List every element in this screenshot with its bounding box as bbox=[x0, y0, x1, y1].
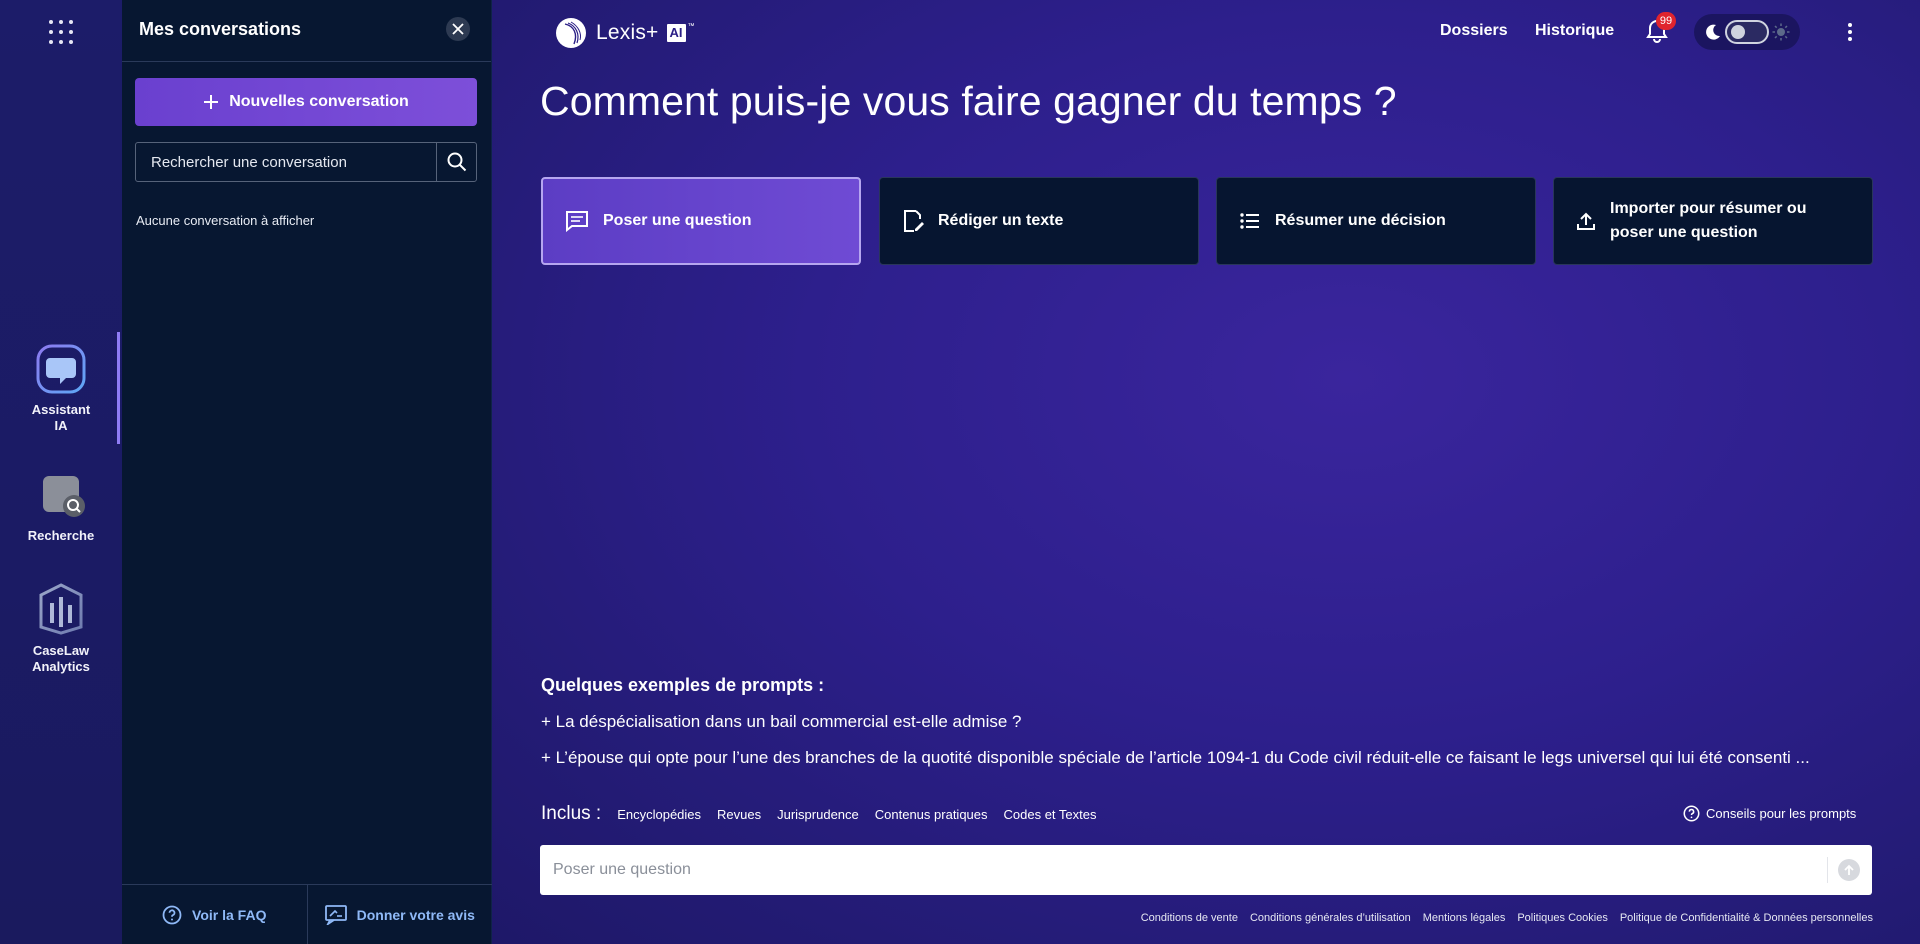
nav-dossiers[interactable]: Dossiers bbox=[1440, 22, 1508, 40]
empty-conversations-text: Aucune conversation à afficher bbox=[136, 213, 315, 228]
panel-title: Mes conversations bbox=[139, 19, 302, 39]
search-docs-icon bbox=[43, 476, 85, 517]
theme-toggle bbox=[1694, 14, 1800, 50]
examples-title: Quelques exemples de prompts : bbox=[541, 675, 825, 695]
main-area: Lexis+ AI ™ Dossiers Historique 99 Comme… bbox=[492, 0, 1920, 944]
theme-switch[interactable] bbox=[1725, 20, 1769, 44]
feedback-link[interactable]: Donner votre avis bbox=[306, 885, 493, 944]
arrow-up-icon bbox=[1844, 864, 1854, 875]
action-label: Poser une question bbox=[603, 212, 752, 229]
action-import-document[interactable]: Importer pour résumer ou poser une quest… bbox=[1553, 177, 1873, 265]
example-prompt[interactable]: + La déspécialisation dans un bail comme… bbox=[541, 712, 1022, 732]
new-conversation-label: Nouvelles conversation bbox=[229, 93, 409, 110]
conversation-search-button[interactable] bbox=[436, 143, 476, 181]
help-circle-icon bbox=[1683, 805, 1700, 822]
assistant-chat-icon bbox=[36, 344, 86, 394]
analytics-building-icon bbox=[39, 583, 83, 635]
more-menu-icon[interactable] bbox=[1838, 20, 1862, 44]
legal-link[interactable]: Conditions de vente bbox=[1141, 912, 1238, 924]
source-contenus-pratiques[interactable]: Contenus pratiques bbox=[875, 807, 988, 822]
feedback-icon bbox=[324, 904, 347, 925]
rail-item-assistant-ia[interactable]: Assistant IA bbox=[0, 344, 122, 434]
action-label: Résumer une décision bbox=[1275, 212, 1446, 229]
apps-grid-icon[interactable] bbox=[49, 20, 73, 44]
source-revues[interactable]: Revues bbox=[717, 807, 761, 822]
question-box bbox=[540, 845, 1872, 895]
legal-link[interactable]: Politiques Cookies bbox=[1517, 912, 1608, 924]
plus-icon bbox=[204, 95, 219, 109]
list-icon bbox=[1240, 213, 1259, 229]
source-encyclopedies[interactable]: Encyclopédies bbox=[617, 807, 701, 822]
divider bbox=[1827, 857, 1828, 883]
rail-label: Assistant bbox=[31, 402, 91, 417]
legal-link[interactable]: Mentions légales bbox=[1423, 912, 1506, 924]
conversation-search-input[interactable] bbox=[136, 143, 436, 181]
conversation-search bbox=[135, 142, 477, 182]
chat-lines-icon bbox=[566, 211, 588, 232]
search-icon bbox=[447, 152, 466, 172]
action-ask-question[interactable]: Poser une question bbox=[541, 177, 861, 265]
panel-header: Mes conversations bbox=[122, 0, 491, 62]
source-codes-textes[interactable]: Codes et Textes bbox=[1004, 807, 1097, 822]
close-icon bbox=[452, 23, 464, 35]
prompt-tips-label: Conseils pour les prompts bbox=[1706, 806, 1857, 821]
included-label: Inclus : bbox=[541, 803, 602, 824]
rail-label: Recherche bbox=[27, 528, 95, 543]
rail-item-caselaw-analytics[interactable]: CaseLaw Analytics bbox=[0, 583, 122, 675]
app-rail: Assistant IA Recherche CaseLaw Analytics bbox=[0, 0, 122, 944]
lexis-logo[interactable]: Lexis+ AI ™ bbox=[554, 16, 695, 50]
source-jurisprudence[interactable]: Jurisprudence bbox=[777, 807, 859, 822]
question-input[interactable] bbox=[540, 845, 1827, 895]
help-circle-icon bbox=[162, 905, 182, 924]
brand-trademark: ™ bbox=[687, 22, 695, 30]
legal-link[interactable]: Politique de Confidentialité & Données p… bbox=[1620, 912, 1873, 924]
sun-icon bbox=[1772, 23, 1790, 41]
action-write-text[interactable]: Rédiger un texte bbox=[879, 177, 1199, 265]
close-panel-button[interactable] bbox=[446, 17, 470, 41]
prompt-tips-link[interactable]: Conseils pour les prompts bbox=[1683, 805, 1856, 822]
new-conversation-button[interactable]: Nouvelles conversation bbox=[135, 78, 477, 126]
included-sources: Inclus : Encyclopédies Revues Jurisprude… bbox=[541, 803, 1097, 825]
upload-icon bbox=[1577, 212, 1595, 230]
brand-badge: AI bbox=[666, 24, 686, 42]
action-label: Importer pour résumer ou poser une quest… bbox=[1610, 200, 1807, 241]
action-summarize-decision[interactable]: Résumer une décision bbox=[1216, 177, 1536, 265]
conversations-panel: Mes conversations Nouvelles conversation… bbox=[122, 0, 492, 944]
send-button[interactable] bbox=[1838, 859, 1860, 881]
example-prompt[interactable]: + L’épouse qui opte pour l’une des branc… bbox=[541, 748, 1810, 768]
notification-badge: 99 bbox=[1656, 12, 1676, 30]
lexis-mark-icon bbox=[556, 18, 586, 48]
feedback-label: Donner votre avis bbox=[356, 906, 475, 923]
rail-item-recherche[interactable]: Recherche bbox=[0, 474, 122, 544]
legal-link[interactable]: Conditions générales d’utilisation bbox=[1250, 912, 1411, 924]
brand-name: Lexis+ bbox=[596, 21, 659, 44]
panel-footer: Voir la FAQ Donner votre avis bbox=[122, 884, 492, 944]
rail-label: Analytics bbox=[32, 659, 90, 674]
rail-label: CaseLaw bbox=[32, 643, 90, 658]
legal-links: Conditions de vente Conditions générales… bbox=[1141, 912, 1873, 924]
moon-icon bbox=[1706, 24, 1720, 40]
page-title: Comment puis-je vous faire gagner du tem… bbox=[540, 78, 1397, 124]
faq-link[interactable]: Voir la FAQ bbox=[122, 885, 307, 944]
faq-label: Voir la FAQ bbox=[192, 906, 267, 923]
rail-label: IA bbox=[54, 418, 68, 433]
edit-document-icon bbox=[904, 210, 924, 232]
nav-historique[interactable]: Historique bbox=[1535, 22, 1614, 40]
action-label: Rédiger un texte bbox=[938, 212, 1064, 229]
